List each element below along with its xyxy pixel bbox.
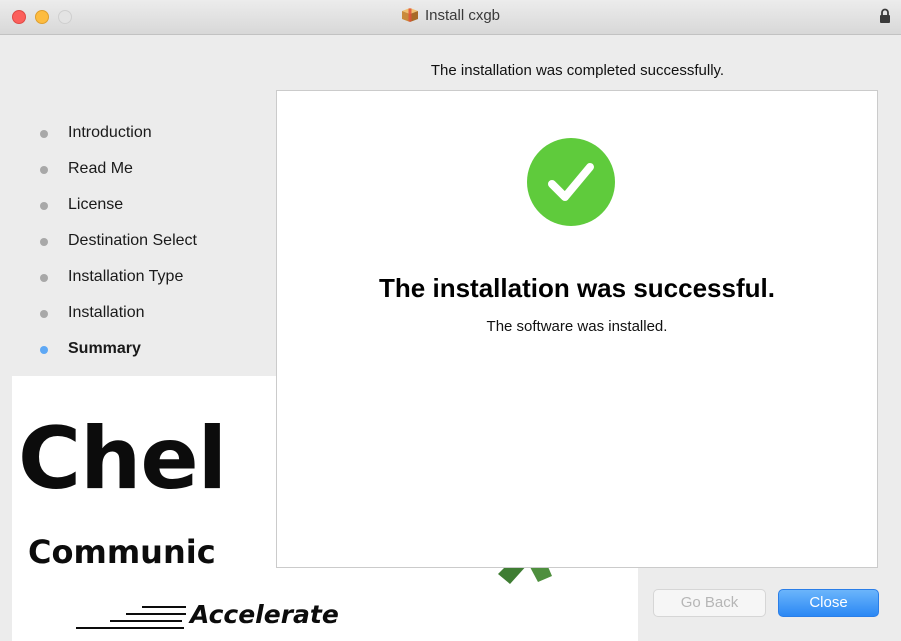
- step-summary: Summary: [12, 339, 197, 375]
- step-installation: Installation: [12, 303, 197, 339]
- window-title: Install cxgb: [0, 7, 901, 27]
- step-destination-select: Destination Select: [12, 231, 197, 267]
- speed-lines-icon: [76, 606, 186, 629]
- step-label: Introduction: [68, 124, 152, 141]
- step-dot-icon: [40, 310, 48, 318]
- steps-sidebar: Introduction Read Me License Destination…: [12, 35, 276, 375]
- step-dot-icon: [40, 274, 48, 282]
- step-label: Read Me: [68, 160, 133, 177]
- step-introduction: Introduction: [12, 123, 197, 159]
- lock-icon: [879, 8, 891, 29]
- step-license: License: [12, 195, 197, 231]
- title-bar[interactable]: Install cxgb: [0, 0, 901, 35]
- package-icon: [401, 7, 419, 27]
- step-read-me: Read Me: [12, 159, 197, 195]
- step-label: Installation Type: [68, 268, 184, 285]
- step-label: License: [68, 196, 124, 213]
- success-title: The installation was successful.: [379, 273, 775, 303]
- steps-list: Introduction Read Me License Destination…: [12, 123, 197, 375]
- step-label: Summary: [68, 340, 141, 357]
- summary-panel: The installation was successful. The sof…: [276, 90, 878, 568]
- step-label: Destination Select: [68, 232, 197, 249]
- logo-tagline: Accelerate: [190, 600, 339, 629]
- close-button[interactable]: Close: [778, 589, 879, 617]
- go-back-button[interactable]: Go Back: [653, 589, 766, 617]
- logo-wordmark: Chel: [18, 409, 227, 509]
- step-dot-icon: [40, 346, 48, 354]
- step-dot-icon: [40, 238, 48, 246]
- completion-headline: The installation was completed successfu…: [430, 62, 725, 79]
- step-dot-icon: [40, 202, 48, 210]
- step-dot-icon: [40, 166, 48, 174]
- step-installation-type: Installation Type: [12, 267, 197, 303]
- logo-subtitle: Communic: [28, 533, 216, 571]
- step-label: Installation: [68, 304, 145, 321]
- installer-window: Install cxgb Introduction Read Me Licens…: [0, 0, 901, 641]
- checkmark-icon: [527, 138, 615, 226]
- step-dot-icon: [40, 130, 48, 138]
- window-title-text: Install cxgb: [424, 7, 501, 24]
- success-subtitle: The software was installed.: [486, 318, 668, 335]
